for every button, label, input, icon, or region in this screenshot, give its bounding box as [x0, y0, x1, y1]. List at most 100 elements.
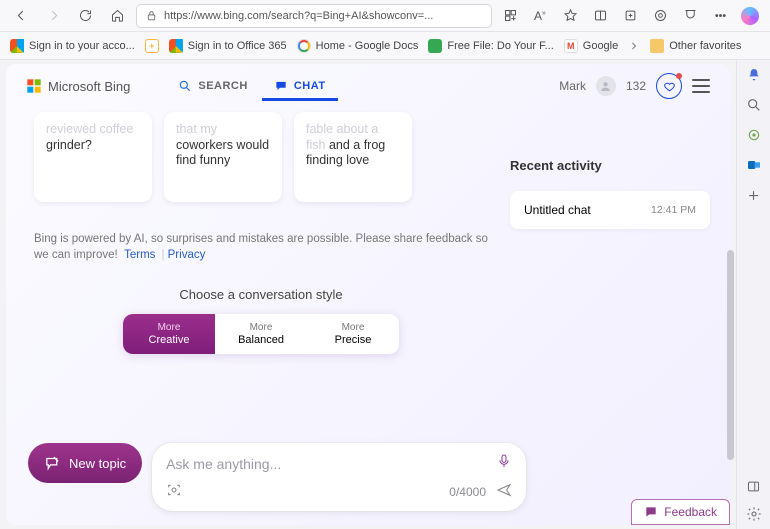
favorites-overflow[interactable]: [628, 40, 640, 52]
refresh-icon: [78, 8, 93, 23]
card-text: coworkers would find funny: [176, 138, 269, 168]
style-creative[interactable]: MoreCreative: [123, 314, 215, 354]
recent-activity-panel: Recent activity Untitled chat 12:41 PM: [510, 108, 710, 525]
style-bottom: Creative: [123, 334, 215, 347]
privacy-link[interactable]: Privacy: [168, 249, 206, 261]
card-text: grinder?: [46, 138, 92, 152]
suggestion-card[interactable]: fable about a fish and a frog finding lo…: [294, 112, 412, 202]
dots-icon: [713, 8, 728, 23]
rewards-button[interactable]: [656, 73, 682, 99]
gear-icon: [746, 506, 762, 522]
feedback-button[interactable]: Feedback: [631, 499, 730, 525]
new-topic-label: New topic: [69, 456, 126, 471]
favorite-link[interactable]: +: [145, 39, 159, 53]
tools-sidebar-button[interactable]: [745, 126, 763, 144]
feedback-icon: [644, 505, 658, 519]
favorite-link[interactable]: Sign in to your acco...: [10, 39, 135, 53]
disclaimer-text: Bing is powered by AI, so surprises and …: [34, 233, 488, 261]
char-counter: 0/4000: [449, 485, 486, 499]
style-balanced[interactable]: MoreBalanced: [215, 314, 307, 354]
person-icon: [599, 80, 612, 93]
address-bar[interactable]: https://www.bing.com/search?q=Bing+AI&sh…: [136, 4, 492, 28]
bing-logo[interactable]: Microsoft Bing: [26, 78, 130, 94]
outlook-button[interactable]: [745, 156, 763, 174]
scrollbar-thumb[interactable]: [727, 250, 734, 460]
google-icon: [297, 39, 311, 53]
chevron-right-icon: [628, 40, 640, 52]
suggestion-card[interactable]: that my coworkers would find funny: [164, 112, 282, 202]
favorite-label: Home - Google Docs: [316, 40, 419, 52]
more-button[interactable]: [708, 4, 732, 28]
microsoft-icon: [10, 39, 24, 53]
microsoft-logo-icon: [26, 78, 42, 94]
bell-icon: [746, 67, 762, 83]
favorite-link[interactable]: Sign in to Office 365: [169, 39, 287, 53]
recent-item[interactable]: Untitled chat 12:41 PM: [510, 191, 710, 229]
favorite-button[interactable]: [558, 4, 582, 28]
notifications-button[interactable]: [745, 66, 763, 84]
broom-icon: [44, 455, 61, 472]
settings-sidebar-button[interactable]: [745, 505, 763, 523]
lock-icon: [145, 9, 158, 22]
collections-button[interactable]: [618, 4, 642, 28]
read-aloud-button[interactable]: A»: [528, 4, 552, 28]
edge-sidebar: [736, 60, 770, 529]
style-top: More: [215, 322, 307, 334]
back-button[interactable]: [8, 3, 34, 29]
add-sidebar-button[interactable]: [745, 186, 763, 204]
favorite-link[interactable]: Other favorites: [650, 39, 741, 53]
performance-button[interactable]: [678, 4, 702, 28]
shopping-button[interactable]: [498, 4, 522, 28]
mic-button[interactable]: [496, 453, 512, 474]
favorite-link[interactable]: Home - Google Docs: [297, 39, 419, 53]
visual-search-button[interactable]: [166, 482, 182, 501]
compose-row: New topic Ask me anything... 0/4000: [28, 443, 526, 511]
microsoft-icon: [169, 39, 183, 53]
favorite-link[interactable]: Google: [564, 39, 618, 53]
copilot-button[interactable]: [738, 4, 762, 28]
plus-icon: +: [145, 39, 159, 53]
style-title: Choose a conversation style: [34, 287, 488, 302]
url-text: https://www.bing.com/search?q=Bing+AI&sh…: [164, 10, 433, 22]
favorite-link[interactable]: Free File: Do Your F...: [428, 39, 553, 53]
plus-icon: [746, 188, 761, 203]
bing-header: Microsoft Bing SEARCH CHAT Mark 132: [6, 64, 730, 108]
new-topic-button[interactable]: New topic: [28, 443, 142, 483]
page-content: Microsoft Bing SEARCH CHAT Mark 132: [6, 64, 730, 525]
tab-label: CHAT: [294, 80, 326, 92]
user-avatar[interactable]: [596, 76, 616, 96]
sync-icon: [653, 8, 668, 23]
style-selector: MoreCreative MoreBalanced MorePrecise: [123, 314, 399, 354]
send-icon: [496, 482, 512, 498]
chat-input[interactable]: Ask me anything... 0/4000: [152, 443, 526, 511]
collapse-sidebar-button[interactable]: [745, 477, 763, 495]
disclaimer: Bing is powered by AI, so surprises and …: [34, 232, 488, 263]
forward-button[interactable]: [40, 3, 66, 29]
panel-icon: [746, 479, 761, 494]
notification-dot: [676, 73, 682, 79]
card-faded: that my: [176, 122, 217, 136]
style-bottom: Balanced: [215, 334, 307, 347]
terms-link[interactable]: Terms: [124, 249, 155, 261]
search-icon: [746, 97, 762, 113]
home-button[interactable]: [104, 3, 130, 29]
style-precise[interactable]: MorePrecise: [307, 314, 399, 354]
text-size-icon: A»: [534, 9, 546, 23]
tab-chat[interactable]: CHAT: [262, 71, 338, 101]
suggestion-card[interactable]: reviewed coffee grinder?: [34, 112, 152, 202]
refresh-button[interactable]: [72, 3, 98, 29]
product-name: Microsoft Bing: [48, 79, 130, 94]
menu-button[interactable]: [692, 79, 710, 93]
sync-button[interactable]: [648, 4, 672, 28]
favorite-label: Other favorites: [669, 40, 741, 52]
send-button[interactable]: [496, 482, 512, 501]
collections-icon: [623, 8, 638, 23]
tab-search[interactable]: SEARCH: [166, 71, 259, 101]
points-count: 132: [626, 79, 646, 93]
split-screen-button[interactable]: [588, 4, 612, 28]
favorites-bar: Sign in to your acco... + Sign in to Off…: [0, 32, 770, 60]
card-faded: reviewed coffee: [46, 122, 133, 136]
search-sidebar-button[interactable]: [745, 96, 763, 114]
star-icon: [563, 8, 578, 23]
home-icon: [110, 8, 125, 23]
